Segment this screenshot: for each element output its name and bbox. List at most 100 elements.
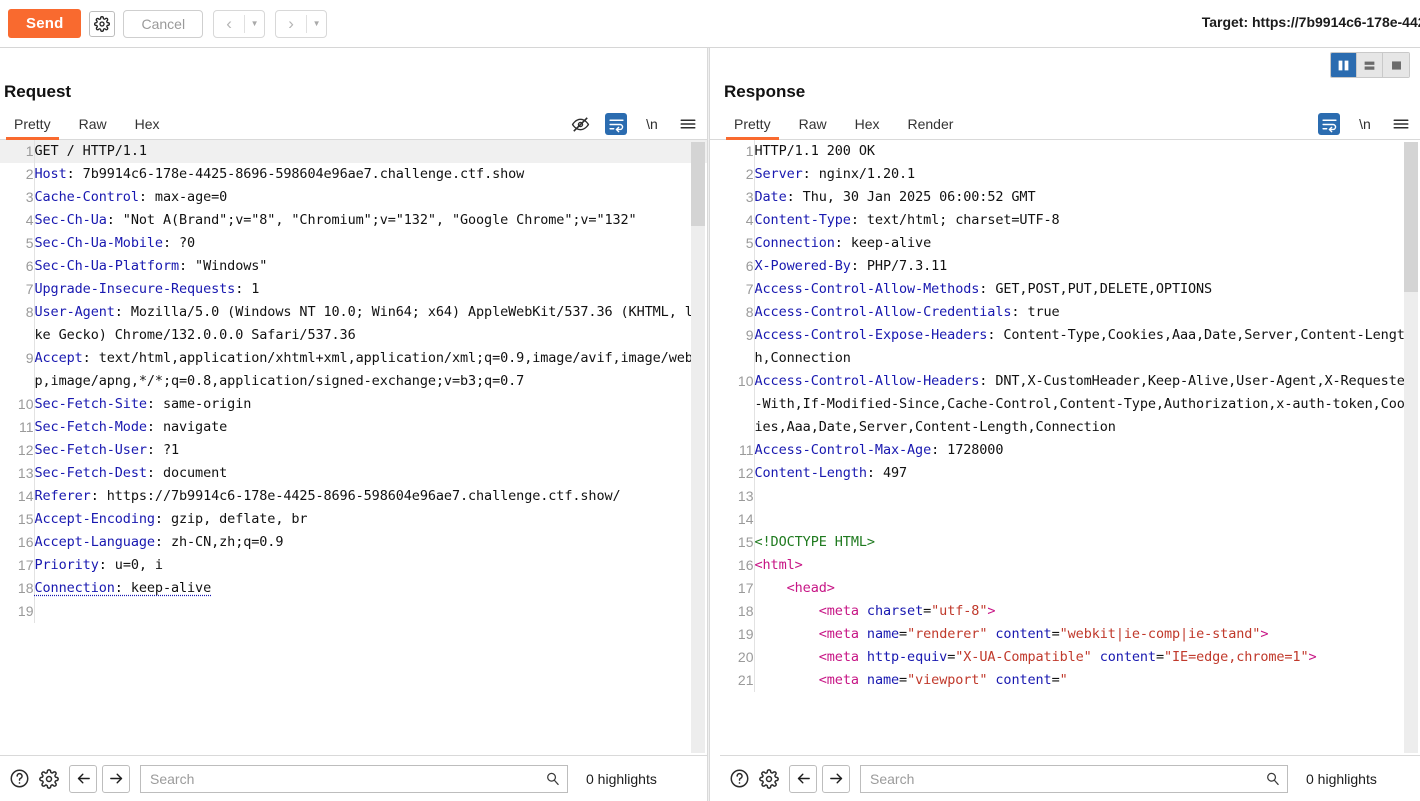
- code-line[interactable]: 11Sec-Fetch-Mode: navigate: [0, 416, 707, 439]
- code-line[interactable]: 7Access-Control-Allow-Methods: GET,POST,…: [720, 278, 1420, 301]
- horizontal-split-icon[interactable]: [1357, 53, 1383, 77]
- line-content[interactable]: <!DOCTYPE HTML>: [754, 531, 1420, 554]
- eye-slash-icon[interactable]: [569, 113, 591, 135]
- line-content[interactable]: Connection: keep-alive: [754, 232, 1420, 255]
- request-search-box[interactable]: [140, 765, 568, 793]
- line-content[interactable]: HTTP/1.1 200 OK: [754, 140, 1420, 163]
- code-line[interactable]: 1GET / HTTP/1.1: [0, 140, 707, 163]
- line-content[interactable]: Upgrade-Insecure-Requests: 1: [34, 278, 707, 301]
- response-code-area[interactable]: 1HTTP/1.1 200 OK2Server: nginx/1.20.13Da…: [720, 140, 1420, 756]
- caret-down-icon[interactable]: ▼: [245, 11, 264, 37]
- response-scrollbar[interactable]: [1404, 142, 1418, 753]
- request-code-area[interactable]: 1GET / HTTP/1.12Host: 7b9914c6-178e-4425…: [0, 140, 707, 756]
- code-line[interactable]: 7Upgrade-Insecure-Requests: 1: [0, 278, 707, 301]
- back-history-button[interactable]: ‹ ▼: [213, 10, 265, 38]
- response-tab-pretty[interactable]: Pretty: [720, 116, 785, 139]
- line-content[interactable]: <html>: [754, 554, 1420, 577]
- code-line[interactable]: 14: [720, 508, 1420, 531]
- line-content[interactable]: User-Agent: Mozilla/5.0 (Windows NT 10.0…: [34, 301, 707, 347]
- line-content[interactable]: Accept-Encoding: gzip, deflate, br: [34, 508, 707, 531]
- line-content[interactable]: <head>: [754, 577, 1420, 600]
- code-line[interactable]: 9Accept: text/html,application/xhtml+xml…: [0, 347, 707, 393]
- line-content[interactable]: Referer: https://7b9914c6-178e-4425-8696…: [34, 485, 707, 508]
- help-icon[interactable]: [724, 764, 754, 794]
- code-line[interactable]: 9Access-Control-Expose-Headers: Content-…: [720, 324, 1420, 370]
- code-line[interactable]: 13Sec-Fetch-Dest: document: [0, 462, 707, 485]
- line-content[interactable]: Sec-Fetch-Dest: document: [34, 462, 707, 485]
- gear-icon[interactable]: [34, 764, 64, 794]
- code-line[interactable]: 18Connection: keep-alive: [0, 577, 707, 600]
- code-line[interactable]: 16Accept-Language: zh-CN,zh;q=0.9: [0, 531, 707, 554]
- code-line[interactable]: 18 <meta charset="utf-8">: [720, 600, 1420, 623]
- code-line[interactable]: 2Host: 7b9914c6-178e-4425-8696-598604e96…: [0, 163, 707, 186]
- code-line[interactable]: 2Server: nginx/1.20.1: [720, 163, 1420, 186]
- code-line[interactable]: 12Sec-Fetch-User: ?1: [0, 439, 707, 462]
- scrollbar-thumb[interactable]: [1404, 142, 1418, 292]
- hamburger-menu-icon[interactable]: [677, 113, 699, 135]
- code-line[interactable]: 5Connection: keep-alive: [720, 232, 1420, 255]
- line-content[interactable]: Access-Control-Allow-Credentials: true: [754, 301, 1420, 324]
- vertical-split-icon[interactable]: [1331, 53, 1357, 77]
- request-tab-pretty[interactable]: Pretty: [0, 116, 65, 139]
- code-line[interactable]: 8User-Agent: Mozilla/5.0 (Windows NT 10.…: [0, 301, 707, 347]
- code-line[interactable]: 10Access-Control-Allow-Headers: DNT,X-Cu…: [720, 370, 1420, 439]
- code-line[interactable]: 19: [0, 600, 707, 623]
- code-line[interactable]: 21 <meta name="viewport" content=": [720, 669, 1420, 692]
- single-pane-icon[interactable]: [1383, 53, 1409, 77]
- hamburger-menu-icon[interactable]: [1390, 113, 1412, 135]
- code-line[interactable]: 15Accept-Encoding: gzip, deflate, br: [0, 508, 707, 531]
- line-content[interactable]: Sec-Ch-Ua: "Not A(Brand";v="8", "Chromiu…: [34, 209, 707, 232]
- magnifier-icon[interactable]: [545, 771, 560, 786]
- response-tab-hex[interactable]: Hex: [841, 116, 894, 139]
- search-forward-button[interactable]: [822, 765, 850, 793]
- code-line[interactable]: 3Date: Thu, 30 Jan 2025 06:00:52 GMT: [720, 186, 1420, 209]
- line-content[interactable]: Sec-Ch-Ua-Mobile: ?0: [34, 232, 707, 255]
- line-content[interactable]: [34, 600, 707, 623]
- line-content[interactable]: Host: 7b9914c6-178e-4425-8696-598604e96a…: [34, 163, 707, 186]
- code-line[interactable]: 17 <head>: [720, 577, 1420, 600]
- newline-icon[interactable]: \n: [1354, 113, 1376, 135]
- word-wrap-icon[interactable]: [1318, 113, 1340, 135]
- line-content[interactable]: Accept-Language: zh-CN,zh;q=0.9: [34, 531, 707, 554]
- line-content[interactable]: Access-Control-Expose-Headers: Content-T…: [754, 324, 1420, 370]
- newline-icon[interactable]: \n: [641, 113, 663, 135]
- line-content[interactable]: Access-Control-Max-Age: 1728000: [754, 439, 1420, 462]
- line-content[interactable]: Content-Length: 497: [754, 462, 1420, 485]
- request-scrollbar[interactable]: [691, 142, 705, 753]
- search-back-button[interactable]: [789, 765, 817, 793]
- line-content[interactable]: [754, 508, 1420, 531]
- line-content[interactable]: Cache-Control: max-age=0: [34, 186, 707, 209]
- response-search-box[interactable]: [860, 765, 1288, 793]
- line-content[interactable]: <meta http-equiv="X-UA-Compatible" conte…: [754, 646, 1420, 669]
- help-icon[interactable]: [4, 764, 34, 794]
- cancel-button[interactable]: Cancel: [123, 10, 203, 38]
- request-tab-hex[interactable]: Hex: [121, 116, 174, 139]
- magnifier-icon[interactable]: [1265, 771, 1280, 786]
- line-content[interactable]: Sec-Fetch-Mode: navigate: [34, 416, 707, 439]
- search-input[interactable]: [148, 766, 545, 792]
- send-button[interactable]: Send: [8, 9, 81, 38]
- line-content[interactable]: Connection: keep-alive: [34, 577, 707, 600]
- search-input[interactable]: [868, 766, 1265, 792]
- code-line[interactable]: 16<html>: [720, 554, 1420, 577]
- code-line[interactable]: 4Sec-Ch-Ua: "Not A(Brand";v="8", "Chromi…: [0, 209, 707, 232]
- search-back-button[interactable]: [69, 765, 97, 793]
- line-content[interactable]: Sec-Fetch-User: ?1: [34, 439, 707, 462]
- word-wrap-icon[interactable]: [605, 113, 627, 135]
- code-line[interactable]: 15<!DOCTYPE HTML>: [720, 531, 1420, 554]
- line-content[interactable]: GET / HTTP/1.1: [34, 140, 707, 163]
- search-forward-button[interactable]: [102, 765, 130, 793]
- response-tab-raw[interactable]: Raw: [785, 116, 841, 139]
- line-content[interactable]: Accept: text/html,application/xhtml+xml,…: [34, 347, 707, 393]
- code-line[interactable]: 6X-Powered-By: PHP/7.3.11: [720, 255, 1420, 278]
- line-content[interactable]: Content-Type: text/html; charset=UTF-8: [754, 209, 1420, 232]
- line-content[interactable]: Access-Control-Allow-Methods: GET,POST,P…: [754, 278, 1420, 301]
- line-content[interactable]: Priority: u=0, i: [34, 554, 707, 577]
- request-tab-raw[interactable]: Raw: [65, 116, 121, 139]
- line-content[interactable]: Access-Control-Allow-Headers: DNT,X-Cust…: [754, 370, 1420, 439]
- code-line[interactable]: 10Sec-Fetch-Site: same-origin: [0, 393, 707, 416]
- code-line[interactable]: 13: [720, 485, 1420, 508]
- code-line[interactable]: 19 <meta name="renderer" content="webkit…: [720, 623, 1420, 646]
- line-content[interactable]: Sec-Fetch-Site: same-origin: [34, 393, 707, 416]
- gear-icon[interactable]: [754, 764, 784, 794]
